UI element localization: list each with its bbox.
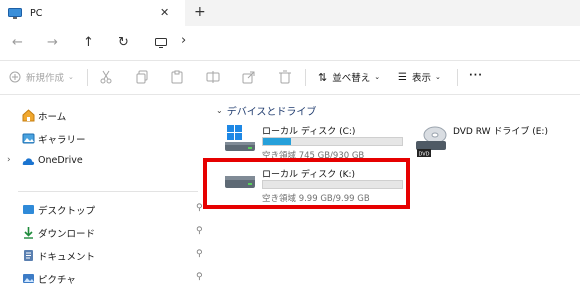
new-tab-button[interactable]: + (194, 4, 206, 20)
tab-pc[interactable]: PC ✕ (0, 0, 185, 26)
rename-icon[interactable] (206, 70, 220, 84)
group-header[interactable]: ⌄ デバイスとドライブ (216, 103, 316, 118)
divider (87, 69, 88, 86)
divider (18, 191, 198, 192)
home-icon (22, 109, 35, 122)
usage-bar (262, 137, 403, 146)
view-button[interactable]: ☰ 表示 ⌄ (398, 70, 441, 85)
drive-name: ローカル ディスク (C:) (262, 127, 356, 137)
drive-e[interactable]: DVD DVD RW ドライブ (E:) (415, 124, 580, 160)
pin-icon: ⚲ (196, 226, 203, 236)
sidebar-item-label: ピクチャ (38, 275, 76, 286)
sidebar-item-label: デスクトップ (38, 206, 96, 217)
desktop-icon (23, 205, 34, 214)
usage-bar-fill (263, 138, 291, 145)
pin-icon: ⚲ (196, 203, 203, 213)
copy-icon[interactable] (135, 70, 149, 84)
drive-name: DVD RW ドライブ (E:) (453, 127, 548, 137)
divider (457, 69, 458, 86)
sidebar-item-label: ダウンロード (38, 229, 96, 240)
back-button[interactable]: ← (12, 35, 23, 50)
sidebar-item-pictures[interactable]: ピクチャ ⚲ (0, 267, 210, 291)
sidebar-item-home[interactable]: ホーム (0, 104, 210, 128)
refresh-button[interactable]: ↻ (118, 35, 129, 50)
breadcrumb-separator[interactable]: › (181, 33, 186, 48)
share-icon[interactable] (242, 70, 256, 84)
view-icon: ☰ (398, 71, 407, 83)
sidebar-item-onedrive[interactable]: › OneDrive (0, 150, 210, 174)
new-button[interactable]: 新規作成 ⌄ (9, 70, 74, 84)
dvd-drive-icon: DVD (416, 126, 447, 158)
onedrive-icon (22, 158, 35, 165)
more-options-button[interactable]: ··· (469, 70, 483, 81)
sidebar-item-documents[interactable]: ドキュメント ⚲ (0, 244, 210, 268)
sidebar-item-desktop[interactable]: デスクトップ ⚲ (0, 198, 210, 222)
close-tab-icon[interactable]: ✕ (160, 6, 169, 19)
cut-icon[interactable] (99, 70, 113, 84)
plus-circle-icon (9, 71, 21, 83)
chevron-down-icon: ⌄ (434, 73, 441, 81)
new-label: 新規作成 (26, 73, 65, 84)
tab-bar: PC ✕ + (0, 0, 580, 26)
documents-icon (24, 250, 33, 261)
pictures-icon (23, 274, 34, 283)
monitor-icon (8, 7, 22, 19)
sidebar-item-label: ギャラリー (38, 135, 86, 146)
sidebar-item-downloads[interactable]: ダウンロード ⚲ (0, 221, 210, 245)
delete-icon[interactable] (278, 70, 292, 84)
sort-label: 並べ替え (332, 73, 371, 84)
chevron-down-icon: ⌄ (374, 73, 381, 81)
sort-icon: ⇅ (318, 70, 328, 84)
drive-c[interactable]: ローカル ディスク (C:) 空き領域 745 GB/930 GB (224, 124, 424, 161)
view-label: 表示 (411, 73, 431, 84)
windows-drive-icon (225, 125, 255, 151)
pin-icon: ⚲ (196, 272, 203, 282)
sidebar-item-gallery[interactable]: ギャラリー (0, 127, 210, 151)
sidebar-item-label: ドキュメント (38, 252, 96, 263)
navigation-bar: ← → ↑ ↻ › (0, 26, 580, 60)
up-button[interactable]: ↑ (83, 35, 94, 50)
chevron-right-icon[interactable]: › (7, 155, 11, 165)
chevron-down-icon: ⌄ (216, 106, 223, 115)
chevron-down-icon: ⌄ (68, 73, 74, 81)
sidebar-item-label: OneDrive (38, 155, 83, 166)
forward-button[interactable]: → (47, 35, 58, 50)
monitor-icon[interactable] (155, 38, 167, 48)
gallery-icon (22, 133, 35, 144)
sort-button[interactable]: ⇅ 並べ替え ⌄ (318, 70, 381, 85)
paste-icon[interactable] (170, 70, 184, 84)
navigation-pane: ホーム ギャラリー › OneDrive デスクトップ ⚲ ダウンロード ⚲ ド… (0, 95, 210, 287)
group-title: デバイスとドライブ (226, 107, 317, 118)
pin-icon: ⚲ (196, 249, 203, 259)
sidebar-item-label: ホーム (38, 112, 67, 123)
divider (305, 69, 306, 86)
download-icon (24, 227, 33, 239)
tab-title: PC (30, 7, 43, 19)
command-bar: 新規作成 ⌄ ⇅ 並べ替え ⌄ ☰ 表示 ⌄ ··· (0, 61, 580, 94)
svg-text:DVD: DVD (419, 152, 430, 158)
highlight-box (203, 158, 410, 209)
